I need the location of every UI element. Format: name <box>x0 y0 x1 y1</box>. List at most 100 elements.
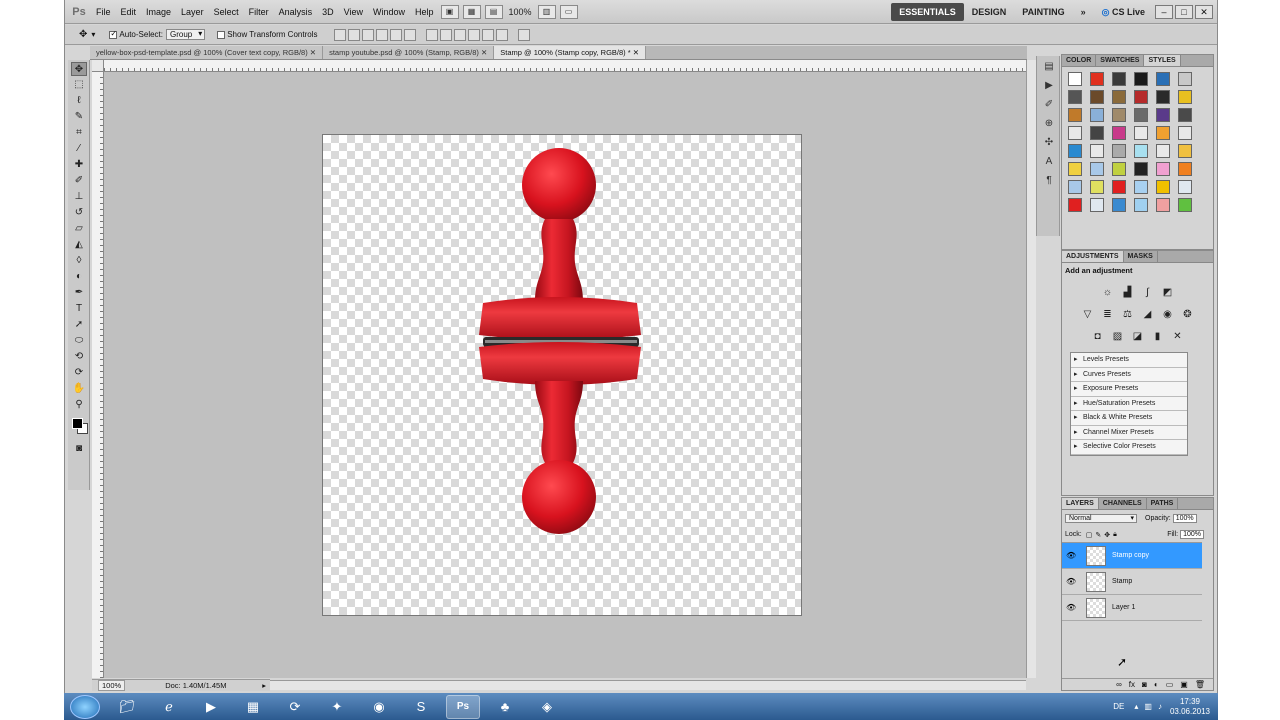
minimize-button[interactable]: – <box>1155 4 1173 19</box>
style-swatch[interactable] <box>1112 180 1126 194</box>
type-tool-icon[interactable]: T <box>71 302 87 316</box>
style-swatch[interactable] <box>1134 144 1148 158</box>
style-swatch[interactable] <box>1134 72 1148 86</box>
menu-window[interactable]: Window <box>368 0 410 24</box>
style-swatch[interactable] <box>1112 90 1126 104</box>
style-swatch[interactable] <box>1068 126 1082 140</box>
layer-row[interactable]: 👁︎ Layer 1 <box>1062 595 1202 621</box>
tool-icon[interactable]: ◈ <box>530 695 564 719</box>
align-right-icon[interactable] <box>404 28 417 41</box>
distribute-bottom-icon[interactable] <box>454 28 467 41</box>
layer-name[interactable]: Layer 1 <box>1112 604 1135 611</box>
arrange-documents-icon[interactable]: ▥ <box>537 4 556 19</box>
auto-select-checkbox[interactable] <box>109 29 118 39</box>
tab-adjustments[interactable]: ADJUSTMENTS <box>1062 251 1124 262</box>
tab-stamp-youtube[interactable]: stamp youtube.psd @ 100% (Stamp, RGB/8) … <box>323 46 495 59</box>
vibrance-icon[interactable]: ▽ <box>1081 308 1095 322</box>
distribute-vcenter-icon[interactable] <box>440 28 453 41</box>
delete-layer-icon[interactable]: 🗑︎ <box>1195 680 1205 689</box>
style-swatch[interactable] <box>1090 180 1104 194</box>
tool-preset-dropdown-icon[interactable]: ▾ <box>91 30 95 39</box>
style-swatch[interactable] <box>1178 162 1192 176</box>
auto-select-dropdown[interactable]: Group <box>165 29 206 40</box>
move-tool-icon[interactable]: ✥ <box>71 62 87 76</box>
style-swatch[interactable] <box>1090 108 1104 122</box>
layer-row[interactable]: 👁︎ Stamp copy <box>1062 543 1202 569</box>
media-player-icon[interactable]: ▶ <box>194 695 228 719</box>
black-white-icon[interactable]: ◢ <box>1141 308 1155 322</box>
pen-tool-icon[interactable]: ✒ <box>71 286 87 300</box>
paragraph-panel-icon[interactable]: ¶ <box>1041 174 1057 188</box>
tab-color[interactable]: COLOR <box>1062 55 1097 66</box>
tool-presets-icon[interactable]: ✣ <box>1041 136 1057 150</box>
view-extras-icon[interactable]: ▤ <box>484 4 503 19</box>
internet-explorer-icon[interactable]: ℯ <box>152 695 186 719</box>
style-swatch[interactable] <box>1156 198 1170 212</box>
style-swatch[interactable] <box>1090 72 1104 86</box>
lock-pixels-icon[interactable]: ✎ <box>1095 531 1101 539</box>
preset-hue-saturation[interactable]: Hue/Saturation Presets <box>1071 397 1187 411</box>
workspace-essentials[interactable]: ESSENTIALS <box>891 2 964 21</box>
tray-arrow-icon[interactable]: ▴ <box>1134 702 1138 711</box>
fill-input[interactable]: 100% <box>1180 530 1204 539</box>
style-swatch[interactable] <box>1068 162 1082 176</box>
dodge-tool-icon[interactable]: ◐ <box>71 270 87 284</box>
skype-icon[interactable]: S <box>404 695 438 719</box>
style-swatch[interactable] <box>1134 198 1148 212</box>
vertical-scrollbar[interactable] <box>1026 60 1036 678</box>
style-swatch[interactable] <box>1156 108 1170 122</box>
layer-visibility-eye-icon[interactable]: 👁︎ <box>1066 551 1076 560</box>
menu-image[interactable]: Image <box>141 0 176 24</box>
style-swatch[interactable] <box>1112 198 1126 212</box>
foreground-color[interactable] <box>72 418 83 429</box>
style-swatch[interactable] <box>1178 126 1192 140</box>
history-brush-tool-icon[interactable]: ↺ <box>71 206 87 220</box>
tab-swatches[interactable]: SWATCHES <box>1096 55 1145 66</box>
brush-panel-icon[interactable]: ✐ <box>1041 98 1057 112</box>
distribute-left-icon[interactable] <box>468 28 481 41</box>
align-bottom-icon[interactable] <box>362 28 375 41</box>
vertical-ruler[interactable] <box>92 72 104 678</box>
3d-orbit-tool-icon[interactable]: ⟳ <box>71 366 87 380</box>
style-swatch[interactable] <box>1156 90 1170 104</box>
style-swatch[interactable] <box>1090 144 1104 158</box>
3d-rotate-tool-icon[interactable]: ⟲ <box>71 350 87 364</box>
tab-paths[interactable]: PATHS <box>1147 498 1179 509</box>
curves-icon[interactable]: ∫ <box>1141 286 1155 300</box>
photo-filter-icon[interactable]: ◉ <box>1161 308 1175 322</box>
preset-levels[interactable]: Levels Presets <box>1071 353 1187 368</box>
channel-mixer-icon[interactable]: ❂ <box>1181 308 1195 322</box>
preset-selective-color[interactable]: Selective Color Presets <box>1071 440 1187 455</box>
mini-bridge-icon[interactable]: ▦ <box>462 4 481 19</box>
brightness-contrast-icon[interactable]: ☼ <box>1101 286 1115 300</box>
menu-analysis[interactable]: Analysis <box>274 0 318 24</box>
bridge-icon[interactable]: ▣ <box>440 4 459 19</box>
style-swatch[interactable] <box>1156 72 1170 86</box>
quick-selection-tool-icon[interactable]: ✎ <box>71 110 87 124</box>
style-swatch[interactable] <box>1178 144 1192 158</box>
tab-stamp[interactable]: Stamp @ 100% (Stamp copy, RGB/8) * ✕ <box>494 46 647 59</box>
brush-tool-icon[interactable]: ✐ <box>71 174 87 188</box>
layer-visibility-eye-icon[interactable]: 👁︎ <box>1066 577 1076 586</box>
menu-edit[interactable]: Edit <box>116 0 142 24</box>
new-group-icon[interactable]: ▭ <box>1166 680 1174 689</box>
history-panel-icon[interactable]: ▤ <box>1041 60 1057 74</box>
clone-source-icon[interactable]: ⊕ <box>1041 117 1057 131</box>
new-adjustment-layer-icon[interactable]: ◐ <box>1154 680 1159 689</box>
layer-row[interactable]: 👁︎ Stamp <box>1062 569 1202 595</box>
lasso-tool-icon[interactable]: ℓ <box>71 94 87 108</box>
marquee-tool-icon[interactable]: ⬚ <box>71 78 87 92</box>
volume-icon[interactable]: ♪ <box>1158 702 1162 711</box>
style-swatch[interactable] <box>1112 162 1126 176</box>
preset-black-white[interactable]: Black & White Presets <box>1071 411 1187 426</box>
color-balance-icon[interactable]: ⚖ <box>1121 308 1135 322</box>
language-indicator[interactable]: DE <box>1113 702 1124 711</box>
path-selection-tool-icon[interactable]: ➚ <box>71 318 87 332</box>
menu-3d[interactable]: 3D <box>317 0 339 24</box>
style-swatch[interactable] <box>1156 180 1170 194</box>
lock-position-icon[interactable]: ✥ <box>1104 531 1110 539</box>
selective-color-icon[interactable]: ✕ <box>1171 330 1185 344</box>
layer-name[interactable]: Stamp <box>1112 578 1132 585</box>
horizontal-scrollbar[interactable] <box>270 680 1026 690</box>
tab-styles[interactable]: STYLES <box>1144 55 1181 66</box>
